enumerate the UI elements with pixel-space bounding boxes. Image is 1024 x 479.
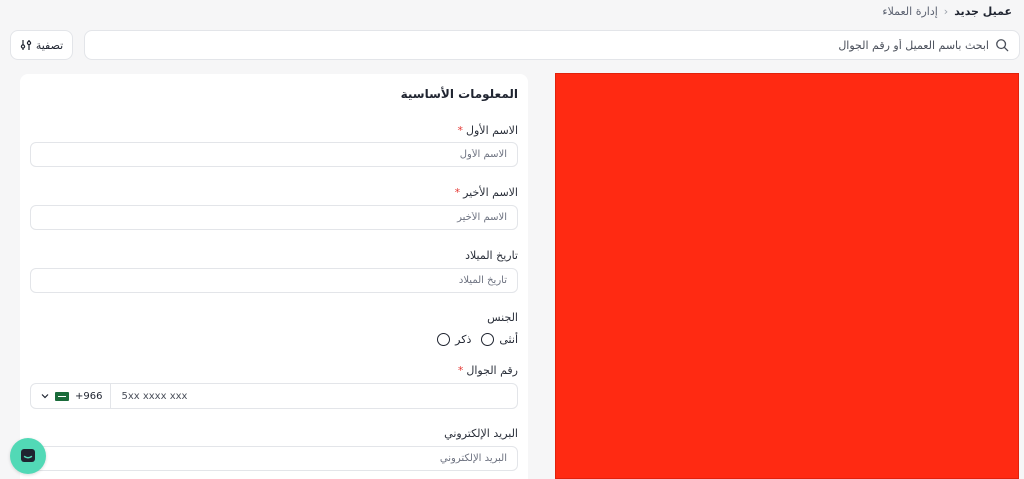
last-name-input[interactable]: [30, 205, 518, 230]
dial-code: +966: [75, 390, 103, 402]
filter-button-label: تصفية: [35, 38, 64, 52]
required-mark: *: [457, 364, 464, 377]
sliders-icon: [20, 40, 32, 50]
section-title: المعلومات الأساسية: [400, 87, 518, 101]
required-mark: *: [454, 186, 461, 199]
last-name-label-text: الاسم الأخير: [463, 186, 518, 199]
first-name-label: الاسم الأول*: [458, 124, 519, 137]
search-icon: [996, 39, 1009, 52]
gender-label: الجنس: [487, 311, 518, 324]
search-input[interactable]: [89, 38, 989, 52]
mobile-label: رقم الجوال*: [458, 364, 518, 377]
birth-date-input[interactable]: [30, 268, 518, 293]
gender-radio-group: ذكر أنثى: [437, 331, 518, 347]
birth-date-label: تاريخ الميلاد: [465, 249, 518, 262]
filter-button[interactable]: تصفية: [10, 30, 73, 60]
required-mark: *: [457, 124, 464, 137]
gender-option-female[interactable]: أنثى: [481, 332, 518, 346]
gender-option-male[interactable]: ذكر: [437, 332, 472, 346]
email-input[interactable]: [30, 446, 518, 471]
search-bar: [84, 30, 1020, 60]
chevron-down-icon: [41, 394, 49, 399]
breadcrumb-customers-link[interactable]: إدارة العملاء: [882, 5, 937, 18]
gender-option-female-label: أنثى: [499, 332, 518, 346]
breadcrumb-separator-icon: ‹: [943, 4, 949, 18]
chat-launcher-button[interactable]: [10, 438, 46, 474]
mobile-label-text: رقم الجوال: [466, 364, 518, 377]
last-name-label: الاسم الأخير*: [455, 186, 518, 199]
radio-button-female[interactable]: [481, 332, 495, 346]
first-name-input[interactable]: [30, 142, 518, 167]
email-label: البريد الإلكتروني: [444, 427, 518, 440]
breadcrumb: إدارة العملاء ‹ عميل جديد: [882, 3, 1012, 19]
basic-info-card: المعلومات الأساسية الاسم الأول* الاسم ال…: [20, 74, 528, 479]
country-code-select[interactable]: +966: [31, 384, 112, 408]
breadcrumb-current: عميل جديد: [954, 4, 1012, 18]
radio-button-male[interactable]: [437, 332, 451, 346]
image-preview-panel: [555, 73, 1019, 479]
gender-option-male-label: ذكر: [455, 332, 472, 346]
saudi-flag-icon: [55, 391, 69, 401]
first-name-label-text: الاسم الأول: [466, 124, 518, 137]
mobile-input[interactable]: [111, 384, 472, 408]
mobile-field: +966: [30, 383, 518, 409]
chat-icon: [21, 449, 35, 462]
